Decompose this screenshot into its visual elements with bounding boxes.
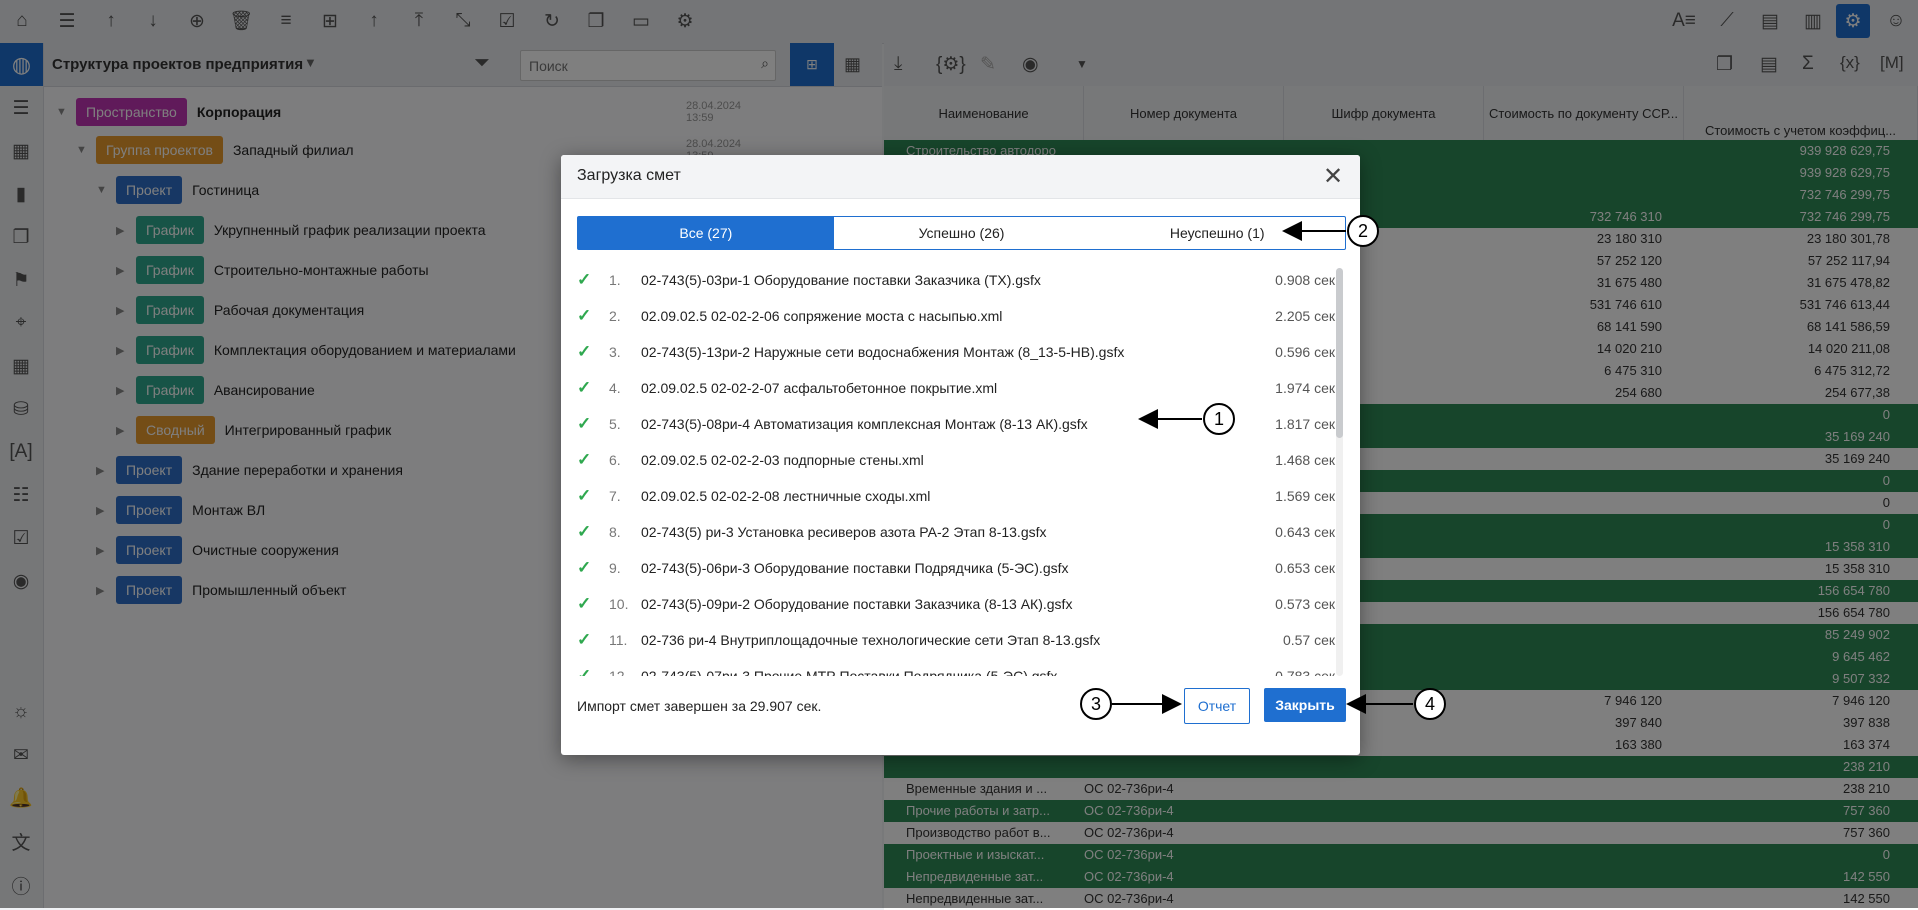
callout-4: 4 — [1414, 688, 1446, 720]
callout-arrows — [1112, 221, 1413, 714]
callout-1: 1 — [1203, 403, 1235, 435]
callout-2: 2 — [1347, 215, 1379, 247]
callout-3: 3 — [1080, 688, 1112, 720]
